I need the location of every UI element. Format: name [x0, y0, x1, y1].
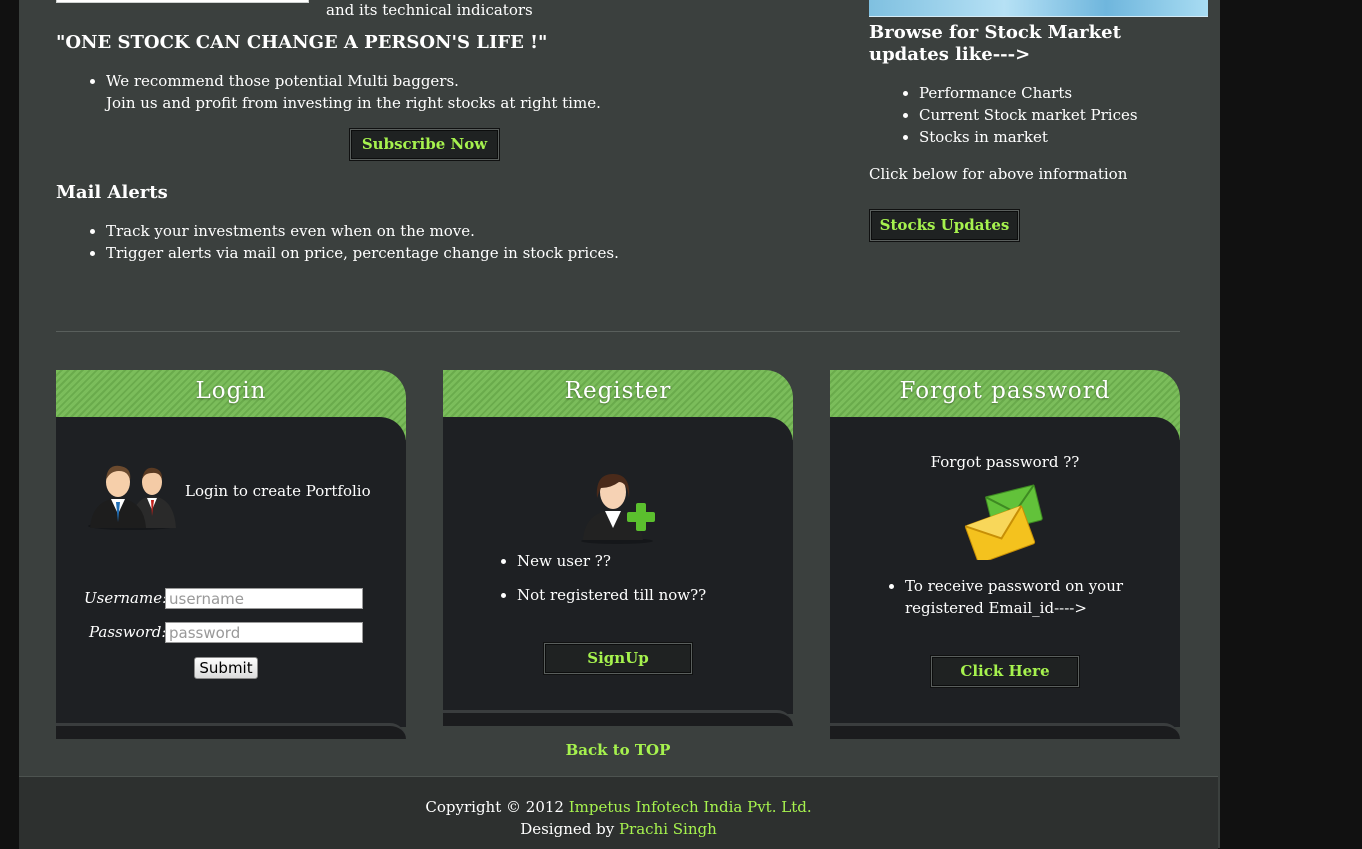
list-item: Not registered till now??	[499, 584, 706, 606]
designed-prefix: Designed by	[520, 820, 619, 838]
stocks-updates-label: Stocks Updates	[879, 216, 1010, 234]
list-item: To receive password on your registered E…	[887, 575, 1123, 619]
forgot-password-panel: Forgot password Forgot password ?? To re…	[830, 370, 1180, 739]
list-item: Stocks in market	[901, 126, 1138, 148]
forgot-list: To receive password on your registered E…	[887, 575, 1123, 619]
username-label: Username:	[84, 589, 168, 607]
submit-button[interactable]: Submit	[194, 657, 258, 679]
recommend-line-1: We recommend those potential Multi bagge…	[106, 72, 459, 90]
forgot-line-2: registered Email_id---->	[905, 599, 1087, 617]
password-label: Password:	[89, 623, 167, 641]
section-divider	[56, 331, 1180, 332]
register-panel: Register New user ?? Not registered till…	[443, 370, 793, 726]
copyright-prefix: Copyright © 2012	[425, 798, 569, 816]
login-panel-footer	[56, 723, 406, 739]
recommend-line-2: Join us and profit from investing in the…	[106, 94, 601, 112]
indicators-text: and its technical indicators	[326, 1, 533, 19]
password-input[interactable]	[165, 622, 363, 643]
forgot-panel-footer	[830, 723, 1180, 739]
copyright-line: Copyright © 2012 Impetus Infotech India …	[19, 798, 1218, 816]
list-item: Trigger alerts via mail on price, percen…	[88, 242, 619, 264]
browse-heading: Browse for Stock Market updates like--->	[869, 22, 1121, 65]
register-list: New user ?? Not registered till now??	[499, 550, 706, 606]
register-title: Register	[564, 378, 672, 404]
click-here-label: Click Here	[960, 662, 1050, 680]
stocks-updates-button[interactable]: Stocks Updates	[870, 210, 1019, 241]
list-item: We recommend those potential Multi bagge…	[88, 70, 601, 114]
signup-label: SignUp	[587, 649, 649, 667]
username-input[interactable]	[165, 588, 363, 609]
login-title: Login	[195, 378, 267, 404]
stock-chart-image	[869, 0, 1208, 17]
designer-link[interactable]: Prachi Singh	[619, 820, 717, 838]
company-link[interactable]: Impetus Infotech India Pvt. Ltd.	[569, 798, 812, 816]
users-icon	[88, 465, 176, 530]
mail-alerts-list: Track your investments even when on the …	[88, 220, 619, 264]
add-user-icon	[581, 474, 655, 544]
browse-list: Performance Charts Current Stock market …	[901, 82, 1138, 148]
designed-by-line: Designed by Prachi Singh	[19, 820, 1218, 838]
register-panel-footer	[443, 710, 793, 726]
subscribe-now-label: Subscribe Now	[361, 135, 488, 153]
subscribe-now-button[interactable]: Subscribe Now	[350, 129, 499, 160]
back-to-top-link[interactable]: Back to TOP	[443, 741, 793, 759]
list-item: New user ??	[499, 550, 706, 572]
recommend-list: We recommend those potential Multi bagge…	[88, 70, 601, 114]
list-item: Performance Charts	[901, 82, 1138, 104]
banner-image-fragment	[56, 0, 309, 3]
mail-alerts-heading: Mail Alerts	[56, 182, 168, 203]
forgot-line-1: To receive password on your	[905, 577, 1124, 595]
click-below-text: Click below for above information	[869, 165, 1128, 183]
login-panel: Login Login to create Portfolio Username…	[56, 370, 406, 739]
click-here-button[interactable]: Click Here	[931, 656, 1079, 687]
signup-button[interactable]: SignUp	[544, 643, 692, 674]
login-caption: Login to create Portfolio	[185, 482, 371, 500]
quote-heading: "ONE STOCK CAN CHANGE A PERSON'S LIFE !"	[56, 32, 548, 53]
list-item: Track your investments even when on the …	[88, 220, 619, 242]
envelopes-icon	[964, 484, 1043, 560]
forgot-caption: Forgot password ??	[930, 453, 1080, 471]
forgot-title: Forgot password	[899, 378, 1111, 404]
list-item: Current Stock market Prices	[901, 104, 1138, 126]
